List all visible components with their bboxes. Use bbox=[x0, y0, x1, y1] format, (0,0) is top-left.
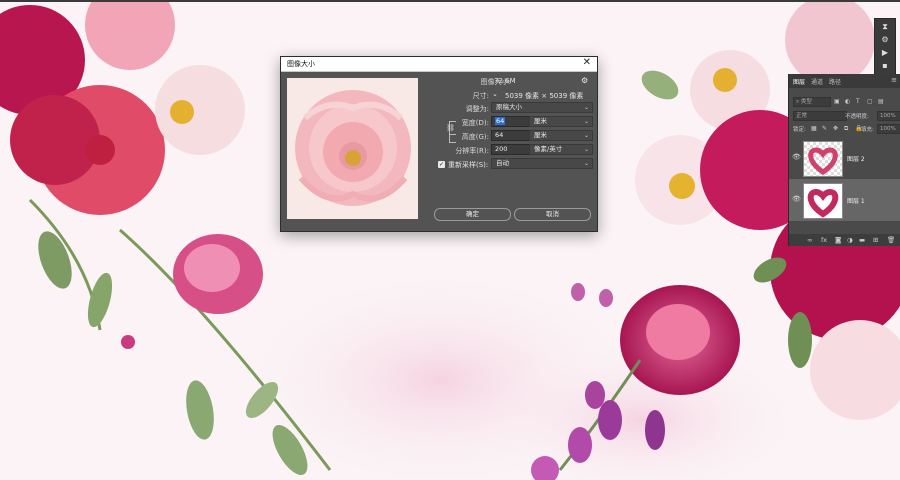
cancel-button[interactable]: 取消 bbox=[514, 208, 591, 221]
opacity-label: 不透明度: bbox=[845, 114, 869, 120]
height-value: 64 bbox=[495, 131, 504, 139]
fit-to-value: 原稿大小 bbox=[496, 103, 522, 111]
dimensions-label: 尺寸: bbox=[472, 92, 489, 100]
eye-icon[interactable]: 👁 bbox=[792, 195, 801, 203]
resample-label: 重新采样(S): bbox=[448, 161, 489, 169]
fit-to-select[interactable]: 原稿大小 ⌄ bbox=[491, 102, 593, 113]
blend-mode-value: 正常 bbox=[796, 113, 808, 119]
height-label: 高度(G): bbox=[461, 133, 489, 141]
layer-name: 图层 1 bbox=[847, 198, 865, 205]
image-size-value: 72.6M bbox=[494, 77, 516, 85]
width-label: 宽度(D): bbox=[461, 119, 489, 127]
smart-object-filter-icon[interactable]: ▤ bbox=[878, 98, 884, 105]
image-size-dialog: 图像大小 ✕ 图像大小: 72.6M ⚙ 尺寸: ⌄ 5039 像素 × 503… bbox=[280, 56, 598, 232]
dialog-titlebar[interactable]: 图像大小 ✕ bbox=[281, 57, 597, 72]
close-icon[interactable]: ✕ bbox=[583, 57, 591, 68]
chevron-down-icon: ⌄ bbox=[583, 132, 589, 139]
new-group-icon[interactable]: ▬ bbox=[859, 236, 865, 244]
layer-row-1[interactable]: 👁 图层 1 bbox=[789, 179, 900, 221]
fx-icon[interactable]: fx bbox=[821, 236, 827, 244]
image-preview[interactable] bbox=[287, 78, 418, 219]
dialog-title: 图像大小 bbox=[287, 60, 315, 68]
fill-value: 100% bbox=[880, 126, 896, 132]
chevron-down-icon: ⌄ bbox=[583, 146, 589, 153]
heart-wreath-thumbnail bbox=[808, 147, 838, 176]
adjustment-layer-icon[interactable]: ◑ bbox=[847, 236, 853, 244]
layers-panel-tabs: 图层 通道 路径 ≡ bbox=[789, 74, 900, 88]
lock-artboard-icon[interactable]: ⧉ bbox=[844, 125, 848, 133]
fill-label: 填充: bbox=[861, 127, 874, 133]
lock-paint-icon[interactable]: ✎ bbox=[822, 125, 827, 132]
eye-icon[interactable]: 👁 bbox=[792, 153, 801, 161]
trash-icon[interactable]: 🗑 bbox=[887, 236, 895, 244]
resolution-input[interactable]: 200 bbox=[491, 144, 533, 155]
panel-icon-strip: ⧗ ⚙ ▶ ▪ bbox=[874, 18, 896, 78]
width-input[interactable]: 64 bbox=[491, 116, 533, 127]
resolution-unit: 像素/英寸 bbox=[534, 145, 563, 153]
lock-label: 锁定: bbox=[793, 127, 806, 133]
chevron-down-icon: ⌄ bbox=[583, 160, 589, 167]
layers-bottom-bar: ∞ fx ◙ ◑ ▬ ⊞ 🗑 bbox=[789, 234, 900, 246]
app-top-edge bbox=[0, 0, 900, 2]
image-filter-icon[interactable]: ▣ bbox=[834, 98, 840, 105]
tab-layers[interactable]: 图层 bbox=[793, 77, 805, 86]
fill-input[interactable]: 100% bbox=[877, 124, 900, 134]
fit-to-label: 调整为: bbox=[465, 105, 489, 113]
resample-select[interactable]: 自动 ⌄ bbox=[491, 158, 593, 169]
width-unit-select[interactable]: 厘米 ⌄ bbox=[529, 116, 593, 127]
height-input[interactable]: 64 bbox=[491, 130, 533, 141]
filter-value: 类型 bbox=[800, 99, 812, 105]
lock-pixels-icon[interactable]: ▦ bbox=[811, 125, 817, 132]
play-icon[interactable]: ▶ bbox=[875, 47, 895, 58]
tab-channels[interactable]: 通道 bbox=[811, 77, 823, 86]
height-unit-select[interactable]: 厘米 ⌄ bbox=[529, 130, 593, 141]
type-filter-icon[interactable]: T bbox=[856, 98, 860, 105]
comment-icon[interactable]: ▪ bbox=[875, 60, 895, 71]
layer-thumbnail bbox=[803, 141, 843, 177]
layer-thumbnail bbox=[803, 183, 843, 219]
lock-position-icon[interactable]: ✥ bbox=[833, 125, 838, 132]
width-value: 64 bbox=[495, 117, 506, 125]
opacity-input[interactable]: 100% bbox=[877, 111, 900, 121]
tab-paths[interactable]: 路径 bbox=[829, 77, 841, 86]
height-unit: 厘米 bbox=[534, 131, 547, 139]
link-layers-icon[interactable]: ∞ bbox=[807, 236, 812, 244]
adjust-icon[interactable]: ⚙ bbox=[875, 34, 895, 45]
heart-wreath-thumbnail bbox=[807, 188, 839, 218]
resolution-value: 200 bbox=[495, 145, 508, 153]
resample-value: 自动 bbox=[496, 159, 509, 167]
add-mask-icon[interactable]: ◙ bbox=[835, 236, 841, 244]
opacity-value: 100% bbox=[880, 113, 896, 119]
shape-filter-icon[interactable]: ▢ bbox=[867, 98, 873, 105]
layer-filter-select[interactable]: ⌕ 类型 bbox=[793, 97, 831, 107]
history-icon[interactable]: ⧗ bbox=[875, 21, 895, 32]
blend-mode-select[interactable]: 正常 bbox=[793, 111, 847, 121]
ok-button[interactable]: 确定 bbox=[434, 208, 511, 221]
resample-checkbox[interactable]: ✓ bbox=[438, 161, 445, 168]
width-unit: 厘米 bbox=[534, 117, 547, 125]
resolution-unit-select[interactable]: 像素/英寸 ⌄ bbox=[529, 144, 593, 155]
layer-name: 图层 2 bbox=[847, 156, 865, 163]
peony-preview-image bbox=[287, 78, 418, 219]
chevron-down-icon: ⌄ bbox=[583, 118, 589, 125]
layer-row-2[interactable]: 👁 图层 2 bbox=[789, 137, 900, 179]
adjustment-filter-icon[interactable]: ◐ bbox=[845, 98, 850, 105]
resolution-label: 分辨率(R): bbox=[455, 147, 489, 155]
chevron-down-icon: ⌄ bbox=[583, 104, 589, 111]
chevron-down-icon[interactable]: ⌄ bbox=[492, 90, 498, 98]
panel-menu-icon[interactable]: ≡ bbox=[891, 76, 897, 84]
dimensions-value: 5039 像素 × 5039 像素 bbox=[505, 92, 584, 100]
layers-panel: 图层 通道 路径 ≡ ⌕ 类型 ▣ ◐ T ▢ ▤ 正常 不透明度: 100% … bbox=[788, 74, 900, 246]
gear-icon[interactable]: ⚙ bbox=[581, 76, 588, 85]
new-layer-icon[interactable]: ⊞ bbox=[873, 236, 878, 244]
